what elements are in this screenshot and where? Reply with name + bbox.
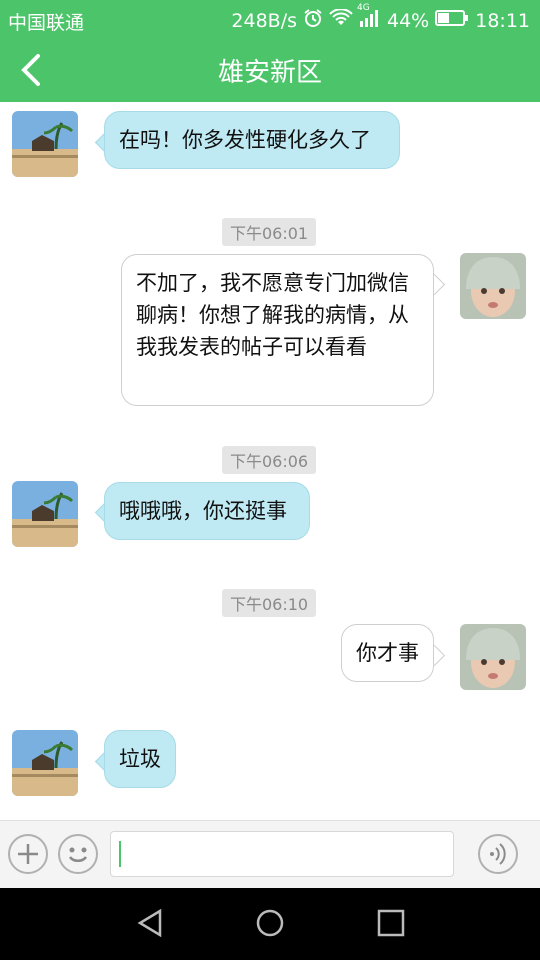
alarm-icon [303, 8, 323, 33]
input-bar [0, 820, 540, 889]
clock: 18:11 [475, 9, 530, 32]
message-bubble-outgoing[interactable]: 你才事 [341, 624, 434, 682]
user-avatar[interactable] [460, 624, 526, 690]
contact-avatar[interactable] [12, 481, 78, 547]
message-bubble-incoming[interactable]: 垃圾 [104, 730, 176, 788]
status-bar: 中国联通 248B/s 4G 44% 18:11 [0, 0, 540, 38]
status-right: 248B/s 4G 44% 18:11 [231, 3, 530, 33]
network-speed: 248B/s [231, 9, 297, 32]
message-text: 哦哦哦，你还挺事 [119, 499, 287, 523]
signal-icon: 4G [357, 3, 381, 32]
emoji-icon[interactable] [58, 834, 98, 874]
battery-icon [435, 9, 469, 32]
message-text: 不加了，我不愿意专门加微信聊病！你想了解我的病情，从我我发表的帖子可以看看 [136, 271, 409, 359]
nav-recents-icon[interactable] [376, 908, 406, 942]
message-input[interactable] [110, 831, 454, 877]
contact-avatar[interactable] [12, 730, 78, 796]
wifi-icon [329, 8, 353, 32]
carrier-name: 中国联通 [8, 12, 85, 34]
app-bar: 雄安新区 [0, 38, 540, 102]
message-timestamp: 下午06:06 [222, 446, 317, 474]
chat-title: 雄安新区 [217, 58, 322, 88]
nav-home-icon[interactable] [255, 908, 285, 942]
system-nav-bar [0, 888, 540, 960]
message-timestamp: 下午06:01 [222, 218, 317, 246]
plus-icon[interactable] [8, 834, 48, 874]
battery-percent: 44% [387, 9, 430, 32]
nav-back-icon[interactable] [136, 908, 166, 942]
contact-avatar[interactable] [12, 111, 78, 177]
network-type: 4G [357, 3, 370, 13]
message-text: 你才事 [356, 641, 419, 665]
message-timestamp: 下午06:10 [222, 589, 317, 617]
voice-icon[interactable] [478, 834, 518, 874]
chat-area[interactable]: 在吗！你多发性硬化多久了 下午06:01 不加了，我不愿意专门加微信聊病！你想了… [0, 102, 540, 820]
message-bubble-incoming[interactable]: 哦哦哦，你还挺事 [104, 482, 310, 540]
message-bubble-outgoing[interactable]: 不加了，我不愿意专门加微信聊病！你想了解我的病情，从我我发表的帖子可以看看 [121, 254, 434, 406]
message-bubble-incoming[interactable]: 在吗！你多发性硬化多久了 [104, 111, 400, 169]
message-text: 在吗！你多发性硬化多久了 [119, 128, 371, 152]
user-avatar[interactable] [460, 253, 526, 319]
text-cursor [119, 841, 121, 867]
message-text: 垃圾 [119, 747, 161, 771]
